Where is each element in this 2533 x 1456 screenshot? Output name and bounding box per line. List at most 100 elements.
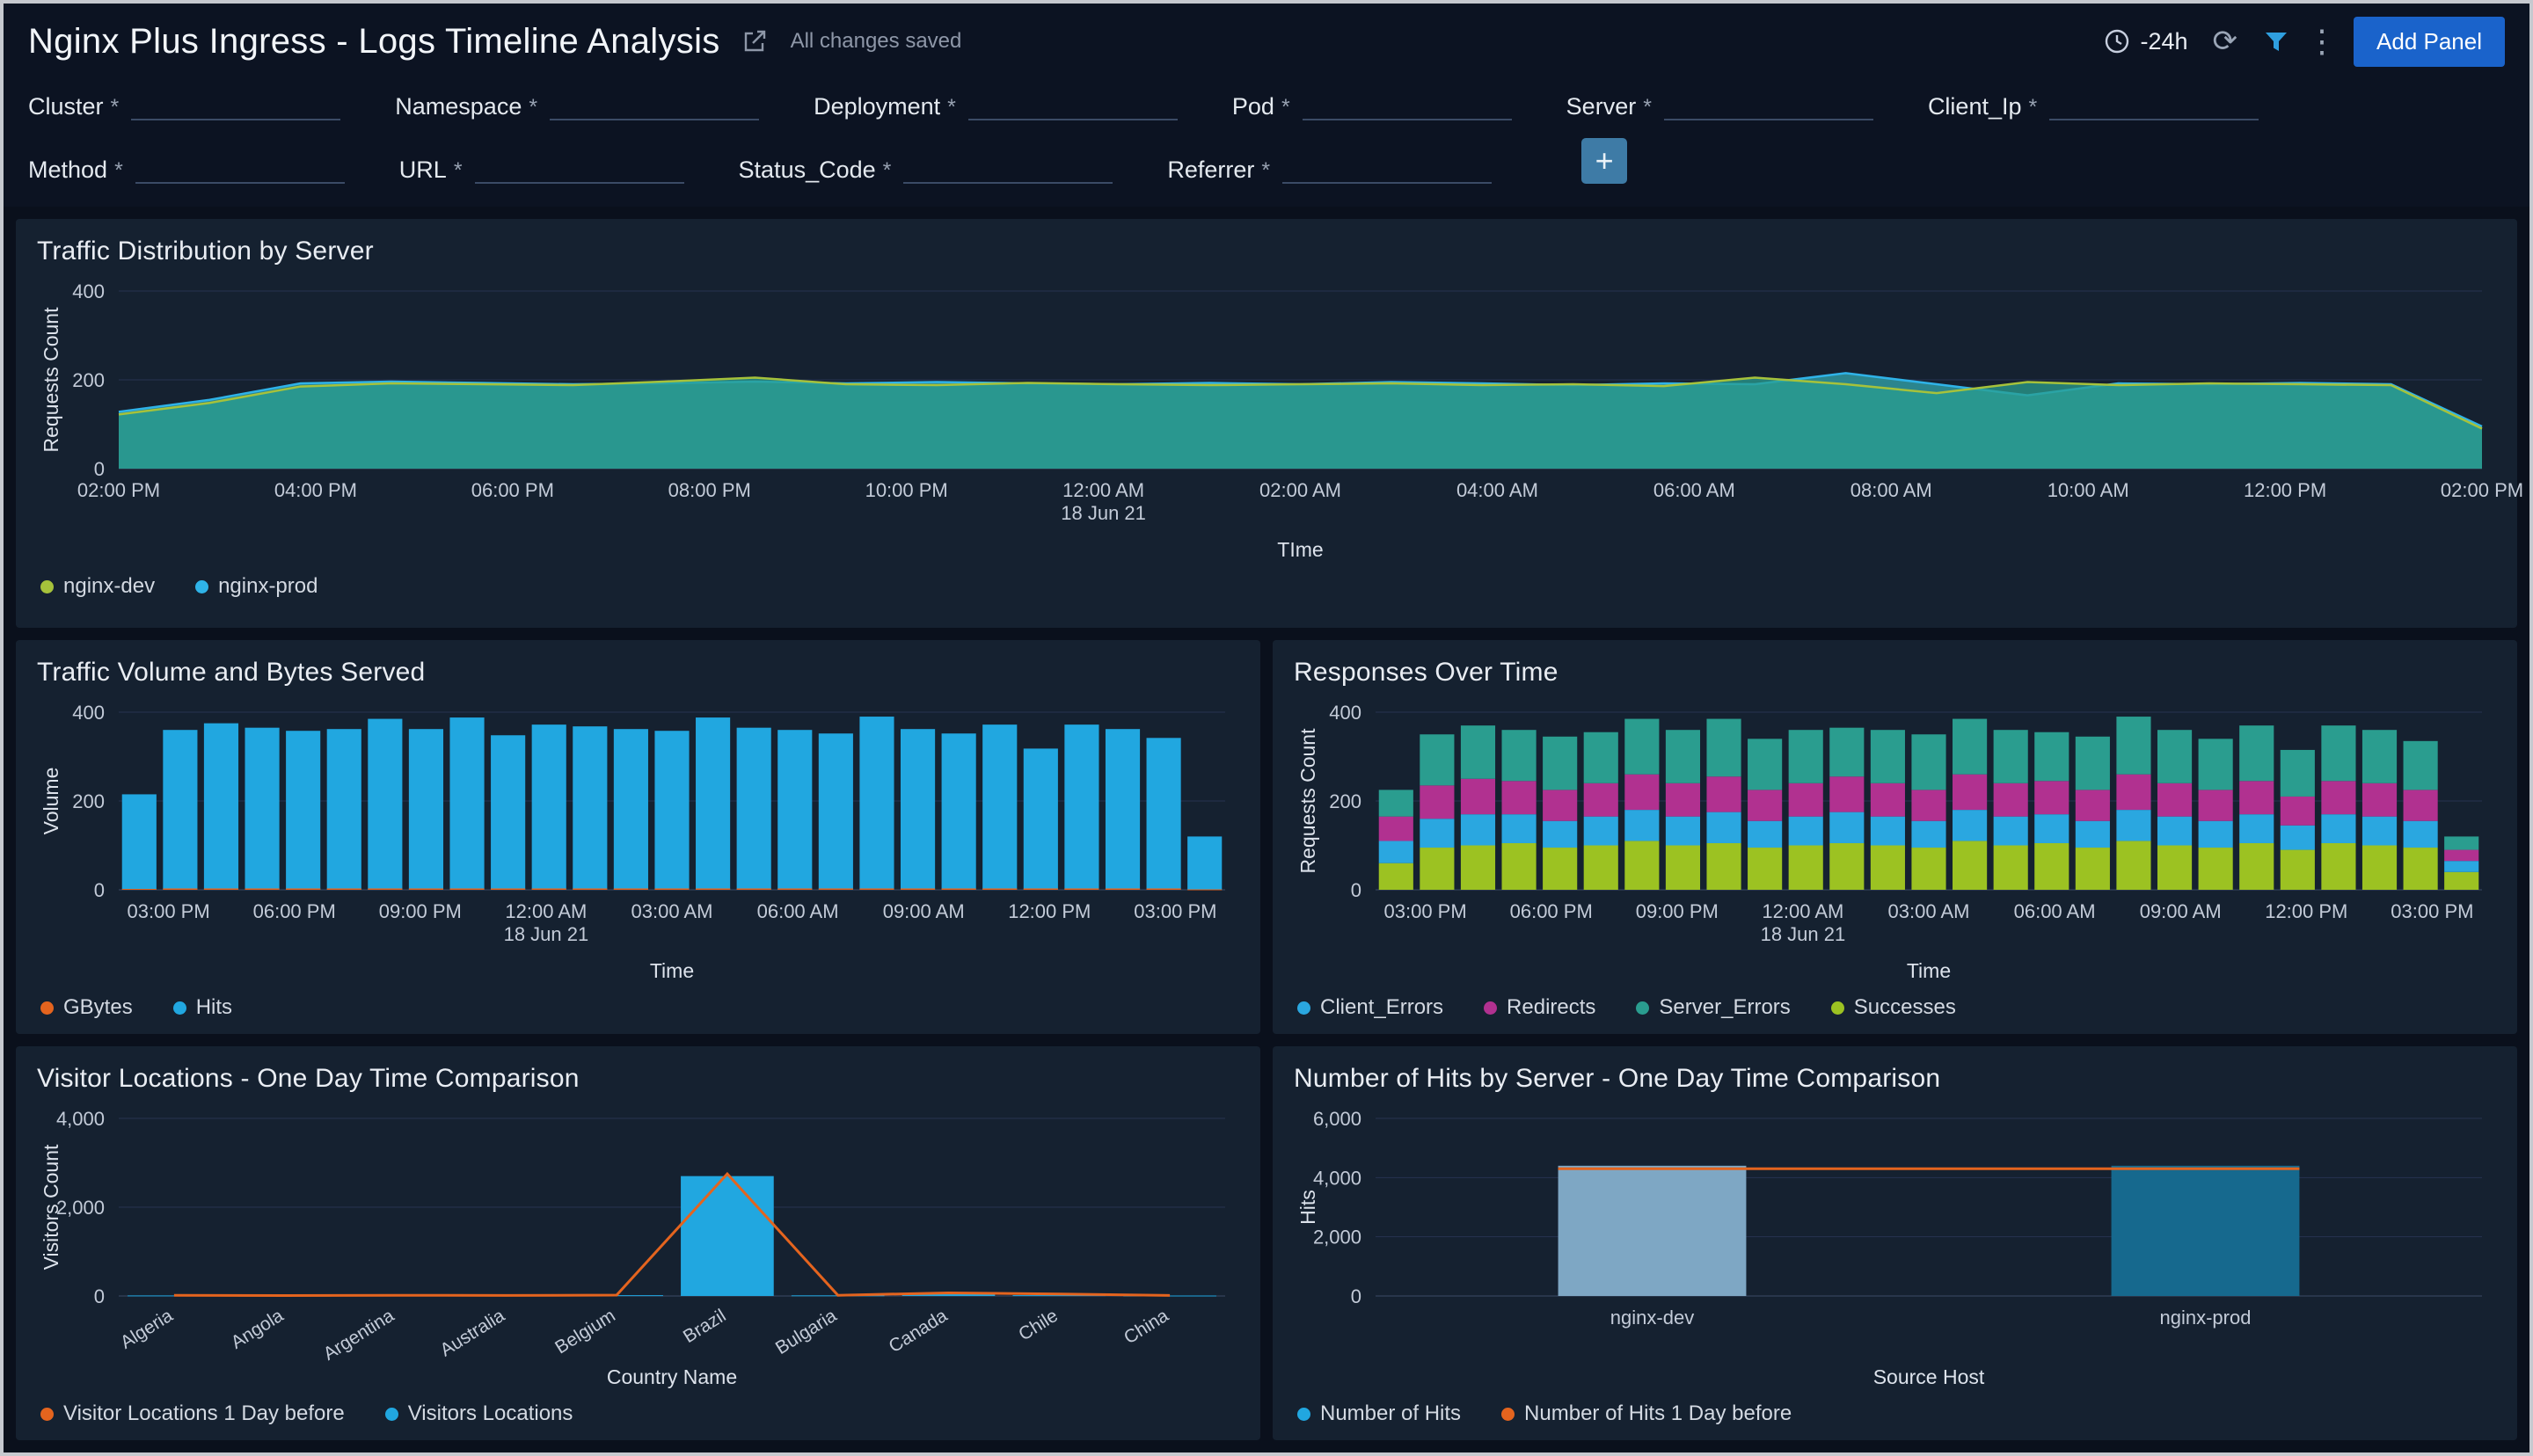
filter-label: Deployment (814, 93, 940, 120)
traffic-volume-chart[interactable]: 0200400Volume03:00 PM06:00 PM09:00 PM12:… (35, 696, 1241, 986)
legend-item[interactable]: Hits (173, 995, 232, 1020)
filter-client_ip-input[interactable] (2049, 88, 2259, 120)
svg-text:12:00 PM: 12:00 PM (2244, 479, 2326, 501)
panel-row-2: Traffic Volume and Bytes Served 0200400V… (16, 640, 2517, 1034)
add-panel-button[interactable]: Add Panel (2354, 17, 2505, 67)
svg-text:12:00 AM: 12:00 AM (505, 900, 587, 922)
svg-text:02:00 PM: 02:00 PM (2441, 479, 2523, 501)
svg-text:200: 200 (1329, 790, 1361, 812)
dashboard-title: Nginx Plus Ingress - Logs Timeline Analy… (28, 22, 720, 62)
filter-label: Namespace (395, 93, 522, 120)
svg-text:Requests Count: Requests Count (40, 307, 62, 453)
svg-text:Belgium: Belgium (551, 1306, 619, 1358)
svg-text:09:00 PM: 09:00 PM (1636, 900, 1719, 922)
refresh-icon[interactable]: ⟳ (2213, 24, 2238, 59)
chart-legend: nginx-dev nginx-prod (40, 574, 2498, 599)
panel-traffic-volume: Traffic Volume and Bytes Served 0200400V… (16, 640, 1260, 1034)
legend-dot (1501, 1408, 1515, 1421)
save-status: All changes saved (791, 29, 962, 54)
svg-text:2,000: 2,000 (1313, 1227, 1361, 1249)
svg-text:02:00 AM: 02:00 AM (1259, 479, 1341, 501)
svg-text:02:00 PM: 02:00 PM (77, 479, 160, 501)
legend-item[interactable]: nginx-dev (40, 574, 155, 599)
filter-label: Client_Ip (1928, 93, 2022, 120)
svg-text:09:00 AM: 09:00 AM (2140, 900, 2222, 922)
visitor-locations-chart[interactable]: 02,0004,000Visitors CountAlgeriaAngolaAr… (35, 1103, 1241, 1393)
svg-text:12:00 PM: 12:00 PM (2265, 900, 2347, 922)
legend-dot (1484, 1001, 1497, 1015)
legend-dot (40, 580, 54, 593)
svg-text:Australia: Australia (436, 1306, 508, 1361)
svg-text:18 Jun 21: 18 Jun 21 (504, 923, 589, 945)
filter-namespace-input[interactable] (550, 88, 759, 120)
svg-text:Source Host: Source Host (1873, 1365, 1985, 1388)
filter-referrer-input[interactable] (1282, 151, 1492, 184)
svg-text:Requests Count: Requests Count (1296, 728, 1319, 874)
svg-text:Canada: Canada (886, 1306, 952, 1358)
panels-grid: Traffic Distribution by Server 0200400Re… (4, 207, 2529, 1452)
traffic-distribution-chart[interactable]: 0200400Requests Count02:00 PM04:00 PM06:… (35, 275, 2498, 565)
chart-legend: Visitor Locations 1 Day before Visitors L… (40, 1401, 1241, 1426)
legend-label: Successes (1854, 995, 1956, 1020)
filter-server-input[interactable] (1664, 88, 1873, 120)
required-marker: * (1643, 95, 1652, 120)
svg-text:China: China (1121, 1306, 1172, 1349)
filter-status_code: Status_Code* (739, 151, 1113, 184)
share-icon[interactable] (741, 28, 768, 55)
svg-text:03:00 PM: 03:00 PM (1384, 900, 1467, 922)
add-filter-button[interactable]: + (1581, 138, 1627, 184)
kebab-menu-icon[interactable]: ⋮ (2313, 23, 2331, 60)
filter-label: URL (399, 157, 447, 184)
svg-text:TIme: TIme (1277, 538, 1323, 561)
svg-text:Brazil: Brazil (680, 1306, 730, 1347)
svg-text:18 Jun 21: 18 Jun 21 (1061, 502, 1146, 524)
svg-text:06:00 PM: 06:00 PM (471, 479, 554, 501)
svg-text:200: 200 (72, 790, 105, 812)
responses-over-time-chart[interactable]: 0200400Requests Count03:00 PM06:00 PM09:… (1292, 696, 2498, 986)
legend-item[interactable]: Visitor Locations 1 Day before (40, 1401, 345, 1426)
legend-label: Client_Errors (1320, 995, 1443, 1020)
svg-text:12:00 AM: 12:00 AM (1062, 479, 1144, 501)
svg-text:03:00 AM: 03:00 AM (631, 900, 713, 922)
legend-item[interactable]: GBytes (40, 995, 133, 1020)
legend-label: nginx-dev (63, 574, 155, 599)
dashboard-window: Nginx Plus Ingress - Logs Timeline Analy… (0, 0, 2533, 1456)
legend-item[interactable]: Successes (1831, 995, 1956, 1020)
filter-method-input[interactable] (135, 151, 345, 184)
panel-visitor-locations: Visitor Locations - One Day Time Compari… (16, 1046, 1260, 1440)
legend-item[interactable]: nginx-prod (195, 574, 318, 599)
filter-deployment-input[interactable] (968, 88, 1178, 120)
time-range-button[interactable]: -24h (2103, 27, 2187, 55)
filter-cluster: Cluster* (28, 88, 340, 120)
filter-server: Server* (1566, 88, 1873, 120)
filter-icon[interactable] (2262, 27, 2290, 55)
svg-text:nginx-prod: nginx-prod (2160, 1307, 2252, 1329)
required-marker: * (2029, 95, 2038, 120)
legend-item[interactable]: Visitors Locations (385, 1401, 573, 1426)
legend-item[interactable]: Number of Hits 1 Day before (1501, 1401, 1792, 1426)
filter-pod-input[interactable] (1303, 88, 1512, 120)
panel-responses-over-time: Responses Over Time 0200400Requests Coun… (1273, 640, 2517, 1034)
legend-dot (1831, 1001, 1844, 1015)
legend-item[interactable]: Client_Errors (1297, 995, 1443, 1020)
filter-label: Referrer (1167, 157, 1254, 184)
filter-url-input[interactable] (475, 151, 684, 184)
filter-label: Pod (1232, 93, 1274, 120)
svg-text:03:00 PM: 03:00 PM (2391, 900, 2473, 922)
filter-cluster-input[interactable] (131, 88, 340, 120)
hits-by-server-chart[interactable]: 02,0004,0006,000Hitsnginx-devnginx-prodS… (1292, 1103, 2498, 1393)
svg-text:03:00 PM: 03:00 PM (128, 900, 210, 922)
legend-item[interactable]: Server_Errors (1636, 995, 1790, 1020)
legend-item[interactable]: Redirects (1484, 995, 1595, 1020)
svg-text:10:00 AM: 10:00 AM (2048, 479, 2129, 501)
legend-dot (195, 580, 208, 593)
legend-dot (173, 1001, 186, 1015)
required-marker: * (114, 158, 123, 184)
filter-status_code-input[interactable] (903, 151, 1113, 184)
panel-title: Visitor Locations - One Day Time Compari… (37, 1064, 1241, 1094)
svg-text:400: 400 (1329, 702, 1361, 724)
svg-text:0: 0 (94, 458, 105, 480)
filter-url: URL* (399, 151, 684, 184)
legend-item[interactable]: Number of Hits (1297, 1401, 1461, 1426)
legend-dot (1636, 1001, 1649, 1015)
